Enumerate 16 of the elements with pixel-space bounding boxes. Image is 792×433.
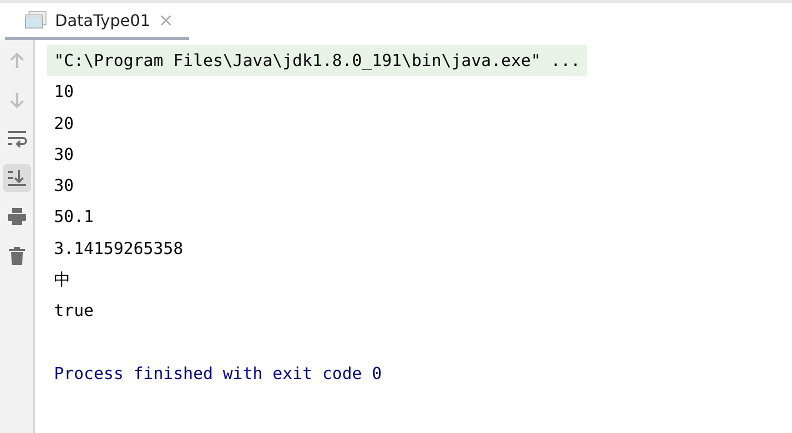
scroll-to-end-button[interactable] — [2, 164, 30, 192]
printer-icon — [6, 207, 26, 227]
output-line: 10 — [53, 81, 74, 104]
output-line: 50.1 — [53, 206, 94, 228]
output-line: 中 — [53, 269, 71, 292]
output-line: true — [53, 300, 94, 322]
output-line: 3.14159265358 — [53, 238, 184, 260]
window-icon — [25, 11, 47, 29]
trash-icon — [6, 246, 26, 266]
scroll-to-end-icon — [6, 168, 26, 188]
exit-message: Process finished with exit code 0 — [53, 362, 382, 385]
output-line: 20 — [53, 112, 74, 135]
soft-wrap-icon — [6, 129, 26, 149]
output-line: 30 — [53, 175, 74, 198]
output-line: 30 — [53, 144, 74, 166]
console-tab[interactable]: DataType01 × — [5, 3, 190, 40]
